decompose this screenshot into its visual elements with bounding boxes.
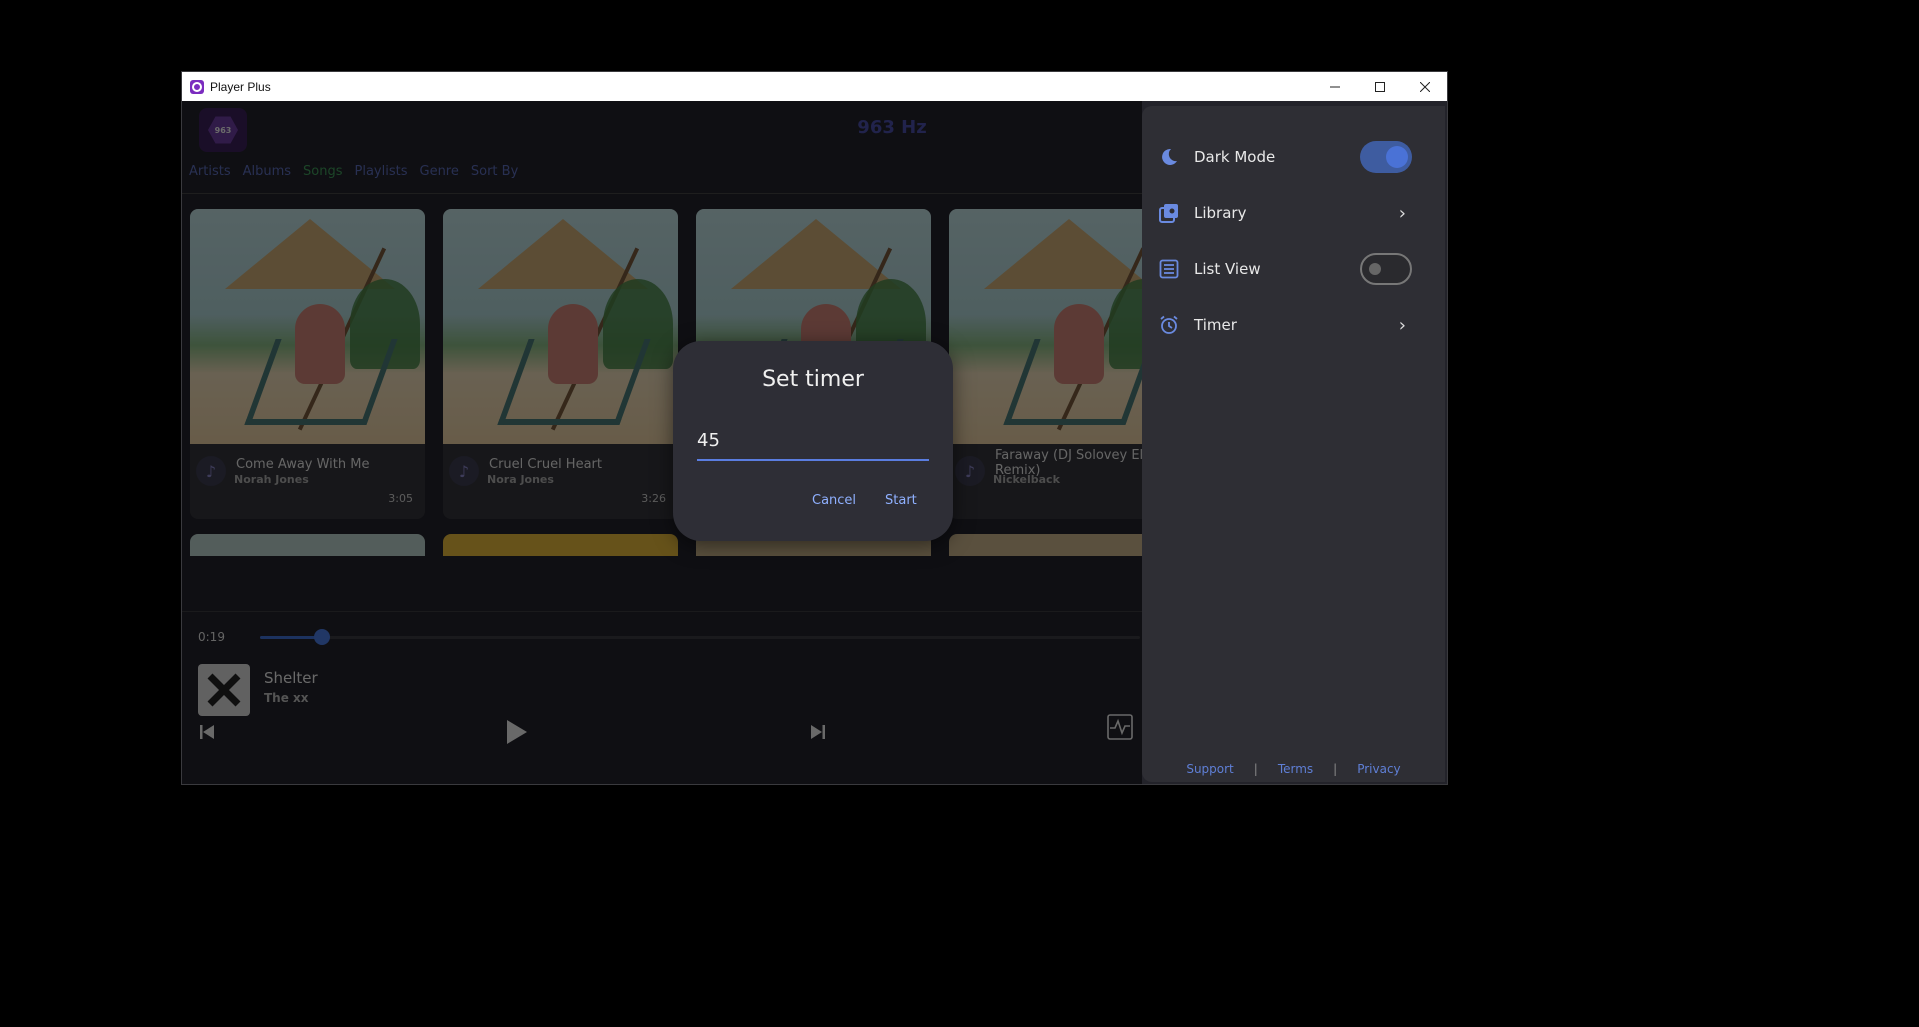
- play-icon: [507, 720, 527, 744]
- terms-link[interactable]: Terms: [1278, 762, 1313, 776]
- album-art: [443, 209, 678, 444]
- alarm-clock-icon: [1158, 314, 1180, 336]
- chevron-right-icon: ›: [1398, 202, 1406, 224]
- seek-fill: [260, 636, 322, 639]
- tab-genre[interactable]: Genre: [420, 164, 459, 179]
- elapsed-time: 0:19: [198, 630, 225, 644]
- album-art: [190, 209, 425, 444]
- tab-albums[interactable]: Albums: [243, 164, 291, 179]
- previous-button[interactable]: [194, 719, 220, 745]
- song-info: ♪ Come Away With Me Norah Jones 3:05: [190, 444, 425, 519]
- tab-artists[interactable]: Artists: [189, 164, 231, 179]
- song-card-peek[interactable]: [190, 534, 425, 556]
- player-divider: [182, 611, 1142, 612]
- footer-separator: |: [1253, 762, 1258, 776]
- play-button[interactable]: [500, 716, 532, 748]
- settings-panel: Dark Mode Library › List View Timer › Su…: [1142, 106, 1445, 782]
- skip-previous-icon: [200, 725, 214, 739]
- chevron-right-icon: ›: [1398, 314, 1406, 336]
- waveform-icon: [1107, 714, 1133, 740]
- privacy-link[interactable]: Privacy: [1357, 762, 1400, 776]
- header-divider: [182, 193, 1142, 194]
- list-view-toggle[interactable]: [1360, 253, 1412, 285]
- music-note-icon: ♪: [196, 456, 226, 486]
- song-title: Come Away With Me: [236, 457, 370, 472]
- setting-list-view: List View: [1158, 253, 1428, 285]
- setting-timer[interactable]: Timer ›: [1158, 310, 1428, 340]
- maximize-button[interactable]: [1357, 72, 1402, 101]
- close-button[interactable]: [1402, 72, 1447, 101]
- setting-label: Library: [1194, 204, 1247, 222]
- setting-label: Timer: [1194, 316, 1237, 334]
- now-playing-title: Shelter: [264, 669, 318, 687]
- tab-songs[interactable]: Songs: [303, 164, 342, 179]
- panel-footer: Support | Terms | Privacy: [1142, 762, 1445, 776]
- music-note-icon: ♪: [449, 456, 479, 486]
- start-button[interactable]: Start: [885, 493, 917, 508]
- app-logo: 963: [199, 108, 247, 152]
- window-controls: [1312, 72, 1447, 101]
- dialog-title: Set timer: [762, 367, 864, 392]
- support-link[interactable]: Support: [1186, 762, 1233, 776]
- dark-mode-toggle[interactable]: [1360, 141, 1412, 173]
- minimize-button[interactable]: [1312, 72, 1357, 101]
- app-icon: [190, 79, 204, 94]
- now-playing-artist: The xx: [264, 691, 309, 705]
- song-duration: 3:05: [388, 492, 413, 505]
- song-duration: 3:26: [641, 492, 666, 505]
- tab-sort-by[interactable]: Sort By: [471, 164, 518, 179]
- song-card-peek[interactable]: [443, 534, 678, 556]
- library-icon: [1158, 202, 1180, 224]
- song-card[interactable]: ♪ Come Away With Me Norah Jones 3:05: [190, 209, 425, 519]
- song-artist: Nora Jones: [487, 473, 554, 486]
- song-artist: Nickelback: [993, 473, 1060, 486]
- moon-icon: [1158, 146, 1180, 168]
- timer-minutes-input[interactable]: [697, 421, 929, 461]
- title-bar: Player Plus: [182, 72, 1447, 101]
- set-timer-dialog: Set timer Cancel Start: [673, 341, 953, 541]
- minimize-icon: [1329, 86, 1340, 87]
- window-title: Player Plus: [210, 79, 271, 94]
- nav-tabs: Artists Albums Songs Playlists Genre Sor…: [189, 164, 518, 179]
- page-title: 963 Hz: [857, 117, 927, 138]
- next-button[interactable]: [805, 719, 831, 745]
- close-x-icon: [207, 673, 241, 707]
- setting-dark-mode: Dark Mode: [1158, 141, 1428, 173]
- song-title: Cruel Cruel Heart: [489, 457, 602, 472]
- song-artist: Norah Jones: [234, 473, 309, 486]
- footer-separator: |: [1333, 762, 1338, 776]
- list-icon: [1158, 258, 1180, 280]
- maximize-icon: [1374, 81, 1385, 92]
- now-playing-art: [198, 664, 250, 716]
- seek-thumb[interactable]: [313, 629, 330, 645]
- setting-label: List View: [1194, 260, 1261, 278]
- seek-slider[interactable]: [260, 629, 1140, 645]
- visualizer-button[interactable]: [1106, 713, 1134, 741]
- music-note-icon: ♪: [955, 456, 985, 486]
- close-icon: [1419, 81, 1430, 92]
- setting-library[interactable]: Library ›: [1158, 198, 1428, 228]
- logo-hexagon: 963: [208, 116, 238, 144]
- cancel-button[interactable]: Cancel: [812, 493, 856, 508]
- skip-next-icon: [811, 725, 825, 739]
- song-card[interactable]: ♪ Cruel Cruel Heart Nora Jones 3:26: [443, 209, 678, 519]
- setting-label: Dark Mode: [1194, 148, 1276, 166]
- song-info: ♪ Cruel Cruel Heart Nora Jones 3:26: [443, 444, 678, 519]
- tab-playlists[interactable]: Playlists: [355, 164, 408, 179]
